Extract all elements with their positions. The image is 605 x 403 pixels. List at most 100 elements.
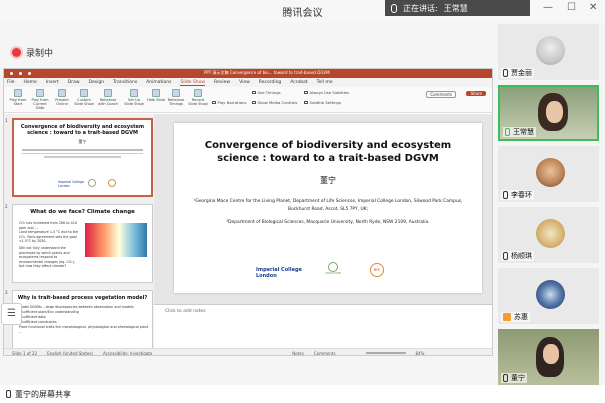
ribbon-tab[interactable]: Recording — [259, 80, 282, 85]
zoom-slider[interactable] — [365, 352, 406, 354]
ribbon-button-icon — [104, 89, 112, 97]
mic-icon — [6, 390, 11, 398]
accessibility-status[interactable]: Accessibility: Investigate — [103, 351, 152, 356]
meeting-window: 腾讯会议 — ☐ ✕ 正在讲话: 王常慧 录制中 PPT 演示文稿 Conver… — [0, 0, 605, 403]
slide-counter: Slide 1 of 22 — [12, 350, 38, 356]
ribbon-button-label: Record Slide Show — [188, 98, 208, 106]
ribbon-checkbox[interactable]: Subtitle Settings — [304, 100, 341, 105]
participant-tile[interactable]: 贾金丽 — [498, 24, 599, 80]
participant-tile-active[interactable]: 王常慧 — [498, 85, 599, 141]
maximize-button[interactable]: ☐ — [567, 2, 576, 13]
mic-icon — [503, 374, 508, 382]
slide-thumbnails: 1 Convergence of biodiversity and ecosys… — [4, 114, 154, 350]
minimize-button[interactable]: — — [543, 2, 553, 13]
imperial-logo-text: London — [256, 273, 277, 279]
ribbon-button[interactable]: Record Slide Show — [188, 89, 208, 106]
participant-tile[interactable]: 杨顺琪 — [498, 207, 599, 263]
slide-thumbnail-1[interactable]: Convergence of biodiversity and ecosyste… — [12, 118, 153, 197]
close-button[interactable]: ✕ — [589, 2, 597, 13]
thumb-number: 3 — [5, 290, 8, 295]
comments-toggle[interactable]: Comments — [314, 351, 336, 356]
slide-thumbnail-3[interactable]: Why is trait-based process vegetation mo… — [12, 290, 153, 350]
ppt-window-dot-icon — [19, 72, 22, 75]
comments-button[interactable]: Comments — [426, 91, 456, 98]
mic-icon — [503, 191, 508, 199]
participant-name: 王常慧 — [513, 128, 534, 136]
participants-panel: 贾金丽 王常慧 李春环 杨顺琪 苏惠 董宁 — [495, 22, 605, 388]
language-status[interactable]: English (United States) — [47, 351, 93, 356]
notes-pane[interactable]: Click to add notes — [154, 304, 492, 348]
erc-logo: erc — [370, 263, 384, 277]
mic-active-icon — [505, 128, 510, 136]
speaker-prefix: 正在讲话: — [403, 3, 438, 13]
ribbon-checkbox-label: Subtitle Settings — [309, 100, 341, 105]
ribbon-button[interactable]: Rehearse with Coach — [98, 89, 118, 106]
checkbox-icon — [304, 100, 308, 105]
ribbon-button[interactable]: Play from Current Slide — [30, 89, 50, 110]
recording-indicator[interactable]: 录制中 — [12, 46, 53, 59]
zoom-level[interactable]: 84% — [416, 351, 425, 356]
ribbon-button[interactable]: Rehearse Timings — [166, 89, 186, 106]
participant-name-row: 贾金丽 — [501, 68, 534, 78]
ribbon-tab[interactable]: Transitions — [113, 80, 137, 85]
current-slide[interactable]: Convergence of biodiversity and ecosyste… — [174, 123, 482, 293]
ribbon-button-icon — [130, 89, 138, 97]
mic-icon — [391, 3, 397, 13]
recording-label: 录制中 — [26, 49, 54, 59]
ribbon-button-label: Play from Start — [9, 98, 27, 106]
ribbon-tab[interactable]: Acrobat — [290, 80, 307, 85]
ribbon-button[interactable]: Present Online — [52, 89, 72, 106]
participant-tile[interactable]: 李春环 — [498, 146, 599, 202]
participant-tile[interactable]: 苏惠 — [498, 268, 599, 324]
ribbon-checkbox[interactable]: Show Media Controls — [252, 100, 297, 105]
ribbon-tab[interactable]: File — [7, 80, 15, 85]
thumb-author: 董宁 — [78, 139, 87, 144]
ribbon-button[interactable]: Set Up Slide Show — [124, 89, 144, 106]
thumb-number: 1 — [5, 118, 8, 123]
participant-tile[interactable]: 董宁 — [498, 329, 599, 385]
avatar — [536, 36, 565, 65]
share-button[interactable]: Share — [466, 91, 486, 96]
ribbon-button-icon — [152, 89, 160, 97]
ribbon-tab[interactable]: Slide Show — [180, 80, 206, 86]
ribbon-button[interactable]: Hide Slide — [146, 89, 166, 102]
ribbon-button-icon — [14, 89, 22, 97]
ribbon-checkbox[interactable]: Use Timings — [252, 90, 281, 95]
ribbon-tab[interactable]: Animations — [146, 80, 171, 85]
thumb-logo-text: London — [58, 184, 70, 188]
ppt-window-dot-icon — [10, 72, 13, 75]
ribbon-checkbox[interactable]: Play Narrations — [212, 100, 246, 105]
notes-toggle[interactable]: Notes — [292, 351, 304, 356]
thumb-lemontree-logo — [88, 179, 96, 187]
thumb-title: Why is trait-based process vegetation mo… — [17, 295, 148, 301]
slide-editor: Convergence of biodiversity and ecosyste… — [154, 114, 492, 348]
thumb-bullet: CO₂ has increased from 280 to 410 ppm an… — [19, 221, 77, 230]
slide-affiliation-2: ²Department of Biological Sciences, Macq… — [226, 220, 430, 225]
screen-share-label: 董宁的屏幕共享 — [15, 389, 71, 399]
thumb-title: Convergence of biodiversity and ecosyste… — [20, 124, 145, 136]
slide-thumbnail-2[interactable]: What do we face? Climate change CO₂ has … — [12, 204, 153, 283]
checkbox-icon — [252, 90, 256, 95]
ribbon-tab[interactable]: Home — [24, 80, 37, 85]
ribbon-button-icon — [194, 89, 202, 97]
ribbon-tab[interactable]: Review — [214, 80, 230, 85]
ribbon-tab[interactable]: Insert — [46, 80, 59, 85]
lemontree-logo: LEMONTREE — [322, 262, 344, 278]
participant-name: 李春环 — [511, 191, 532, 199]
ribbon-checkbox[interactable]: Always Use Subtitles — [304, 90, 349, 95]
thumb-text-line — [22, 149, 143, 151]
ribbon-tab[interactable]: Design — [89, 80, 105, 85]
ribbon-button-icon — [58, 89, 66, 97]
ribbon-tab[interactable]: View — [239, 80, 250, 85]
slide-author: 董宁 — [320, 176, 336, 185]
ribbon-button[interactable]: Play from Start — [8, 89, 28, 106]
avatar — [536, 158, 565, 187]
checkbox-icon — [252, 100, 256, 105]
side-toolbar-icon[interactable]: ☰ — [1, 303, 22, 325]
ribbon-button[interactable]: Custom Slide Show — [74, 89, 94, 106]
ribbon-tab[interactable]: Draw — [68, 80, 80, 85]
ribbon-button-icon — [36, 89, 44, 97]
speaker-name: 王常慧 — [443, 3, 468, 13]
ribbon-tab[interactable]: Tell me — [317, 80, 333, 85]
ribbon-checkbox-label: Play Narrations — [217, 100, 247, 105]
